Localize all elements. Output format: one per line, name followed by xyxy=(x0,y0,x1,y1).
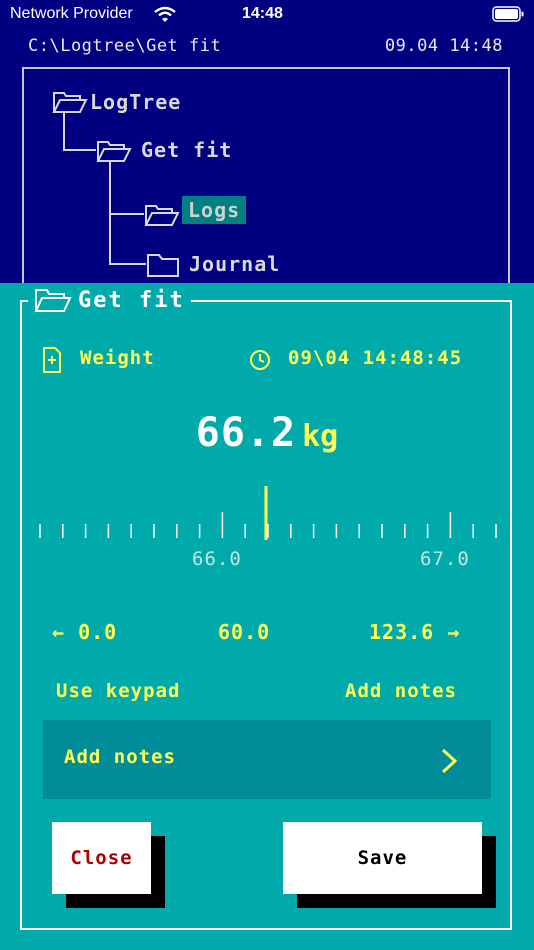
folder-open-icon xyxy=(34,289,72,312)
add-notes-link[interactable]: Add notes xyxy=(345,680,457,702)
save-button[interactable]: Save xyxy=(283,822,482,894)
tree-node-get-fit[interactable]: Get fit xyxy=(141,138,232,162)
folder-icon xyxy=(147,254,179,277)
folder-open-icon xyxy=(144,205,180,226)
tree-node-logs[interactable]: Logs xyxy=(182,196,247,224)
chevron-right-icon xyxy=(441,748,458,774)
range-mid-value[interactable]: 60.0 xyxy=(218,620,270,644)
range-min-button[interactable]: ← 0.0 xyxy=(52,620,117,644)
value-display: 66.2 kg xyxy=(0,410,534,456)
tree-node-journal[interactable]: Journal xyxy=(189,252,280,276)
clock-icon xyxy=(250,350,270,370)
folder-open-icon xyxy=(96,141,132,162)
ruler-label-left: 66.0 xyxy=(192,548,242,570)
entry-timestamp[interactable]: 09\04 14:48:45 xyxy=(288,347,462,369)
folder-open-icon xyxy=(52,92,88,113)
close-button-label: Close xyxy=(70,847,133,869)
tree-node-logtree[interactable]: LogTree xyxy=(90,90,181,114)
weight-value: 66.2 xyxy=(195,410,297,456)
dialog-title: Get fit xyxy=(78,287,185,313)
dialog-header: Get fit xyxy=(28,287,191,313)
value-ruler[interactable] xyxy=(0,480,534,540)
range-max-button[interactable]: 123.6 → xyxy=(369,620,460,644)
ruler-label-right: 67.0 xyxy=(420,548,470,570)
save-button-label: Save xyxy=(357,847,408,869)
log-entry-icon xyxy=(43,347,61,373)
add-notes-row-label: Add notes xyxy=(64,746,176,768)
weight-unit: kg xyxy=(302,419,339,454)
entry-type-label[interactable]: Weight xyxy=(80,347,155,369)
close-button[interactable]: Close xyxy=(52,822,151,894)
use-keypad-link[interactable]: Use keypad xyxy=(56,680,180,702)
